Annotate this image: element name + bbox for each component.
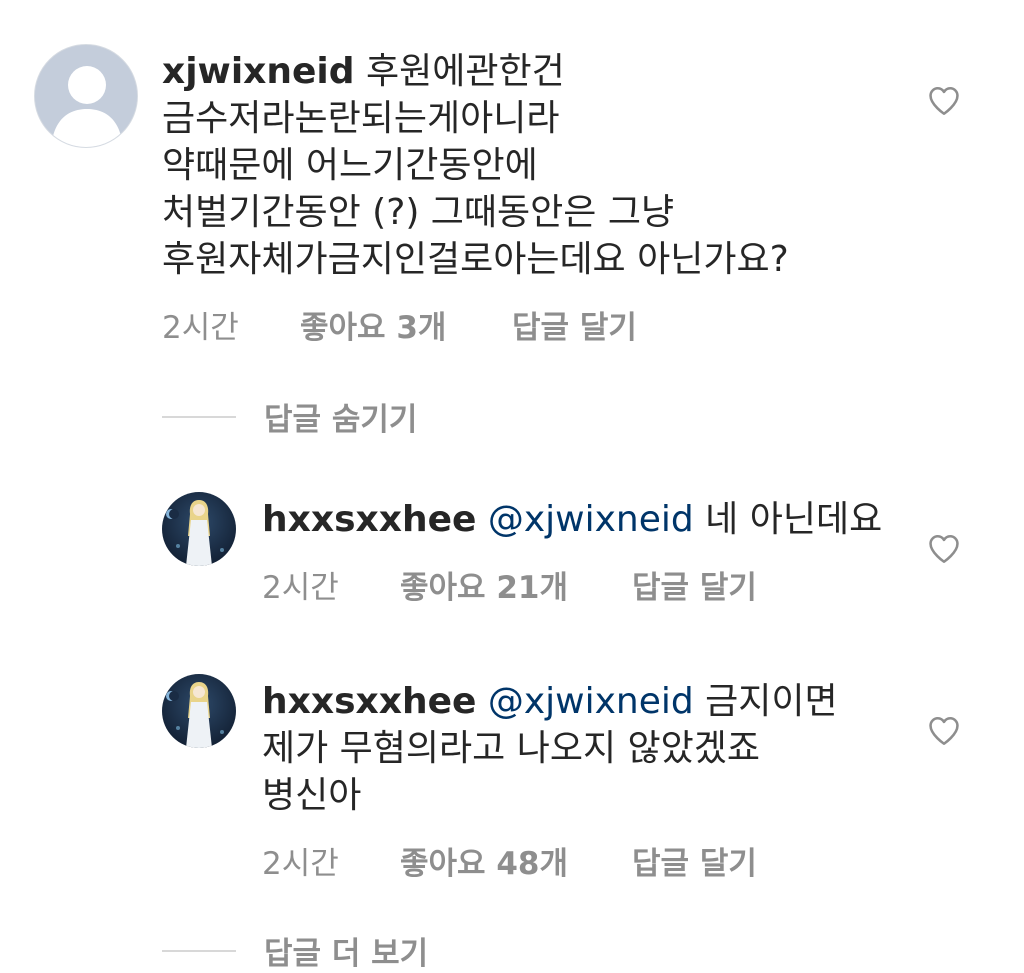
reply-text: hxxsxxhee @xjwixneid 금지이면 제가 무혐의라고 나오지 않… <box>262 678 902 819</box>
reply-username[interactable]: hxxsxxhee <box>262 499 476 540</box>
reply-meta: 2시간 좋아요 48개 답글 달기 <box>262 838 757 883</box>
comment-text-line1: 후원에관한건 <box>354 51 565 92</box>
view-more-replies-button[interactable]: 답글 더 보기 <box>162 928 428 973</box>
reply-button[interactable]: 답글 달기 <box>632 838 757 883</box>
reply-button[interactable]: 답글 달기 <box>512 302 637 347</box>
likes-count[interactable]: 좋아요 48개 <box>400 838 632 883</box>
reply-button[interactable]: 답글 달기 <box>632 562 757 607</box>
user-silhouette-icon <box>35 45 137 147</box>
avatar[interactable] <box>162 674 236 748</box>
hide-replies-label: 답글 숨기기 <box>264 402 418 438</box>
comment-username[interactable]: xjwixneid <box>162 51 355 92</box>
reply-text: hxxsxxhee @xjwixneid 네 아닌데요 <box>262 496 902 543</box>
heart-icon[interactable] <box>926 532 962 566</box>
avatar[interactable] <box>34 44 138 148</box>
comment-text-rest: 금수저라논란되는게아니라 약때문에 어느기간동안에 처벌기간동안 (?) 그때동… <box>162 98 789 280</box>
mention-link[interactable]: @xjwixneid <box>488 499 694 540</box>
comment-time: 2시간 <box>162 310 239 346</box>
divider <box>162 415 236 418</box>
comment-text: xjwixneid 후원에관한건 금수저라논란되는게아니라 약때문에 어느기간동… <box>162 48 902 283</box>
profile-photo <box>162 492 236 566</box>
avatar[interactable] <box>162 492 236 566</box>
divider <box>162 949 236 952</box>
hide-replies-button[interactable]: 답글 숨기기 <box>162 394 417 439</box>
view-more-replies-label: 답글 더 보기 <box>264 936 429 972</box>
likes-count[interactable]: 좋아요 21개 <box>400 562 632 607</box>
heart-icon[interactable] <box>926 84 962 118</box>
reply-username[interactable]: hxxsxxhee <box>262 681 476 722</box>
reply-text-line1: 금지이면 <box>693 681 838 722</box>
reply-time: 2시간 <box>262 846 339 882</box>
likes-count[interactable]: 좋아요 3개 <box>300 302 512 347</box>
mention-link[interactable]: @xjwixneid <box>488 681 694 722</box>
reply-time: 2시간 <box>262 570 339 606</box>
reply-meta: 2시간 좋아요 21개 답글 달기 <box>262 562 757 607</box>
reply-text-rest: 제가 무혐의라고 나오지 않았겠죠 병신아 <box>262 728 761 816</box>
reply-text-line1: 네 아닌데요 <box>693 499 883 540</box>
heart-icon[interactable] <box>926 714 962 748</box>
profile-photo <box>162 674 236 748</box>
comment-meta: 2시간 좋아요 3개 답글 달기 <box>162 302 637 347</box>
